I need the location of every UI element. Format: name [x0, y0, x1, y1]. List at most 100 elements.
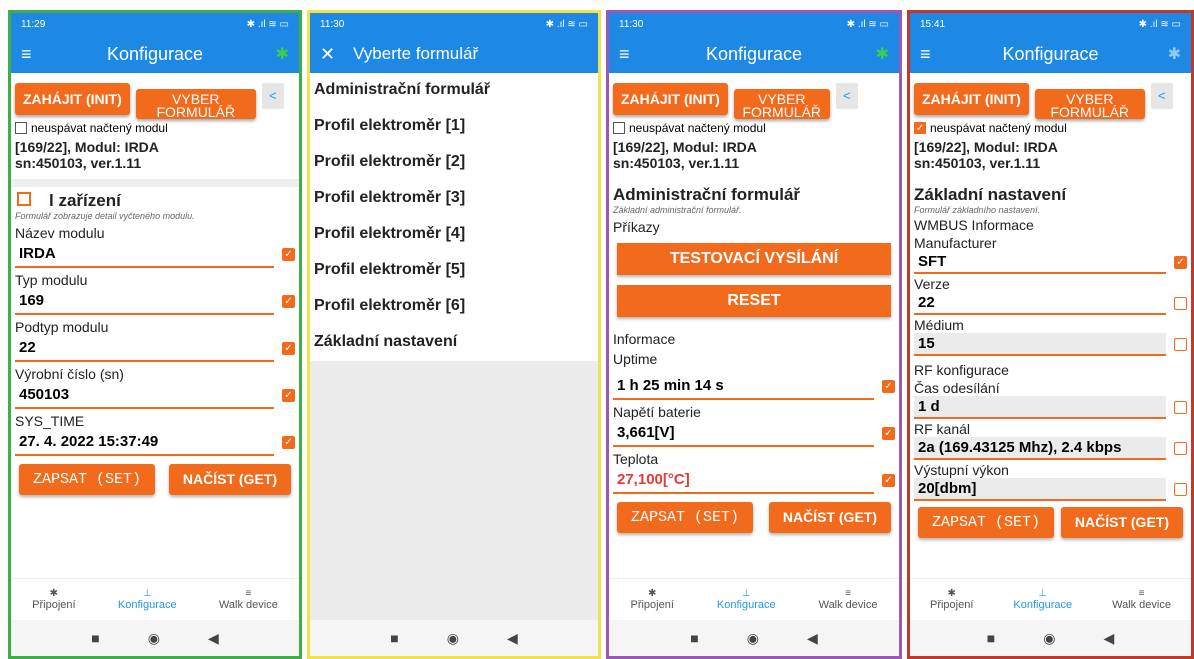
list-item[interactable]: Základní nastavení: [310, 325, 598, 361]
nav-walk-device[interactable]: ≡ Walk device: [1112, 588, 1171, 611]
no-sleep-checkbox[interactable]: neuspávat načtený modul: [11, 119, 299, 137]
bluetooth-icon[interactable]: ✱: [276, 44, 289, 64]
check-icon[interactable]: ✓: [882, 380, 895, 393]
field-label: Výstupní výkon: [914, 462, 1009, 478]
select-form-button[interactable]: VYBER FORMULÁŘ: [1034, 89, 1145, 119]
menu-icon[interactable]: ≡: [21, 44, 32, 65]
set-button[interactable]: ZAPSAT (SET): [617, 502, 754, 533]
check-icon[interactable]: ✓: [282, 248, 295, 261]
select-form-button[interactable]: VYBER FORMULÁŘ: [135, 89, 256, 119]
nav-configuration[interactable]: ⊥ Konfigurace: [1013, 588, 1072, 611]
recents-icon[interactable]: ■: [390, 630, 398, 646]
field-input[interactable]: 27,100[°C]: [613, 467, 874, 494]
check-icon[interactable]: ✓: [282, 342, 295, 355]
field-input[interactable]: 1 h 25 min 14 s: [613, 373, 874, 400]
list-item[interactable]: Profil elektroměr [6]: [310, 289, 598, 325]
recents-icon[interactable]: ■: [987, 630, 995, 646]
field-input[interactable]: 22: [914, 292, 1166, 315]
field-input[interactable]: 22: [15, 335, 274, 362]
field-input[interactable]: 20[dbm]: [914, 478, 1166, 501]
get-button[interactable]: NAČÍST (GET): [1060, 507, 1183, 538]
list-item[interactable]: Profil elektroměr [3]: [310, 181, 598, 217]
bluetooth-icon[interactable]: ✱: [876, 44, 889, 64]
checkbox-icon[interactable]: [613, 122, 625, 134]
form-title: l zařízení: [49, 191, 121, 210]
back-icon[interactable]: ◀: [507, 630, 518, 647]
list-item[interactable]: Profil elektroměr [1]: [310, 109, 598, 145]
nav-configuration[interactable]: ⊥ Konfigurace: [717, 588, 776, 611]
field-input[interactable]: 1 d: [914, 396, 1166, 419]
list-item[interactable]: Profil elektroměr [2]: [310, 145, 598, 181]
clock: 11:30: [320, 18, 345, 30]
back-icon[interactable]: ◀: [208, 630, 219, 647]
checkbox-icon[interactable]: [15, 122, 27, 134]
select-form-button[interactable]: VYBER FORMULÁŘ: [733, 89, 830, 119]
nav-connection[interactable]: ✱ Připojení: [930, 588, 973, 611]
checkbox-icon[interactable]: ✓: [914, 122, 926, 134]
check-icon[interactable]: ✓: [282, 436, 295, 449]
home-icon[interactable]: ◉: [447, 630, 459, 647]
no-sleep-checkbox[interactable]: neuspávat načtený modul: [609, 119, 899, 137]
field-input[interactable]: 27. 4. 2022 15:37:49: [15, 429, 274, 456]
nav-label: Konfigurace: [1013, 599, 1073, 611]
nav-walk-device[interactable]: ≡ Walk device: [219, 588, 278, 611]
bluetooth-icon: ✱: [49, 588, 59, 599]
close-icon[interactable]: ✕: [320, 44, 335, 65]
home-icon[interactable]: ◉: [148, 630, 160, 647]
field-label: Teplota: [613, 451, 659, 467]
check-icon[interactable]: [1174, 483, 1187, 496]
test-transmit-button[interactable]: TESTOVACÍ VYSÍLÁNÍ: [617, 243, 891, 275]
init-button[interactable]: ZAHÁJIT (INIT): [914, 83, 1029, 115]
nav-walk-device[interactable]: ≡ Walk device: [819, 588, 878, 611]
home-icon[interactable]: ◉: [1043, 630, 1055, 647]
no-sleep-checkbox[interactable]: ✓ neuspávat načtený modul: [910, 119, 1191, 137]
check-icon[interactable]: [1174, 338, 1187, 351]
list-item[interactable]: Administrační formulář: [310, 73, 598, 109]
nav-label: Konfigurace: [117, 599, 177, 611]
check-icon[interactable]: [1174, 401, 1187, 414]
field-input[interactable]: 15: [914, 333, 1166, 356]
field-input[interactable]: 450103: [15, 382, 274, 409]
form-description: Základní administrační formulář.: [613, 205, 742, 215]
field-input[interactable]: 2a (169.43125 Mhz), 2.4 kbps: [914, 437, 1166, 460]
list-item[interactable]: Profil elektroměr [5]: [310, 253, 598, 289]
home-icon[interactable]: ◉: [747, 630, 759, 647]
menu-icon[interactable]: ≡: [920, 44, 931, 65]
check-icon[interactable]: ✓: [882, 427, 895, 440]
share-icon[interactable]: <: [1150, 83, 1173, 109]
back-icon[interactable]: ◀: [1103, 630, 1114, 647]
set-button[interactable]: ZAPSAT (SET): [918, 507, 1055, 538]
bluetooth-icon[interactable]: ✱: [1168, 44, 1181, 64]
set-button[interactable]: ZAPSAT (SET): [19, 464, 156, 495]
field-input[interactable]: SFT: [914, 251, 1166, 274]
get-button[interactable]: NAČÍST (GET): [768, 502, 891, 533]
share-icon[interactable]: <: [261, 83, 284, 109]
bottom-nav: ✱ Připojení ⊥ Konfigurace ≡ Walk device: [609, 578, 899, 620]
app-bar: ≡ Konfigurace ✱: [910, 35, 1191, 73]
recents-icon[interactable]: ■: [91, 630, 99, 646]
menu-icon[interactable]: ≡: [619, 44, 630, 65]
check-icon[interactable]: [1174, 297, 1187, 310]
field-input[interactable]: 169: [15, 288, 274, 315]
list-item[interactable]: Profil elektroměr [4]: [310, 217, 598, 253]
check-icon[interactable]: [1174, 442, 1187, 455]
init-button[interactable]: ZAHÁJIT (INIT): [613, 83, 728, 115]
check-icon[interactable]: ✓: [282, 389, 295, 402]
get-button[interactable]: NAČÍST (GET): [168, 464, 291, 495]
check-icon[interactable]: ✓: [882, 474, 895, 487]
field-input[interactable]: IRDA: [15, 241, 274, 268]
check-icon[interactable]: ✓: [282, 295, 295, 308]
back-icon[interactable]: ◀: [807, 630, 818, 647]
init-button[interactable]: ZAHÁJIT (INIT): [15, 83, 130, 115]
nav-connection[interactable]: ✱ Připojení: [32, 588, 75, 611]
share-icon[interactable]: <: [835, 83, 858, 109]
reset-button[interactable]: RESET: [617, 285, 891, 317]
check-icon[interactable]: ✓: [1174, 256, 1187, 269]
field-input[interactable]: 3,661[V]: [613, 420, 874, 447]
nav-connection[interactable]: ✱ Připojení: [630, 588, 673, 611]
signal-icons: ✱ .ıl ≋ ▭: [545, 18, 588, 30]
nav-configuration[interactable]: ⊥ Konfigurace: [118, 588, 177, 611]
recents-icon[interactable]: ■: [690, 630, 698, 646]
field-label: Název modulu: [15, 225, 105, 241]
form-checkbox[interactable]: [17, 192, 31, 206]
